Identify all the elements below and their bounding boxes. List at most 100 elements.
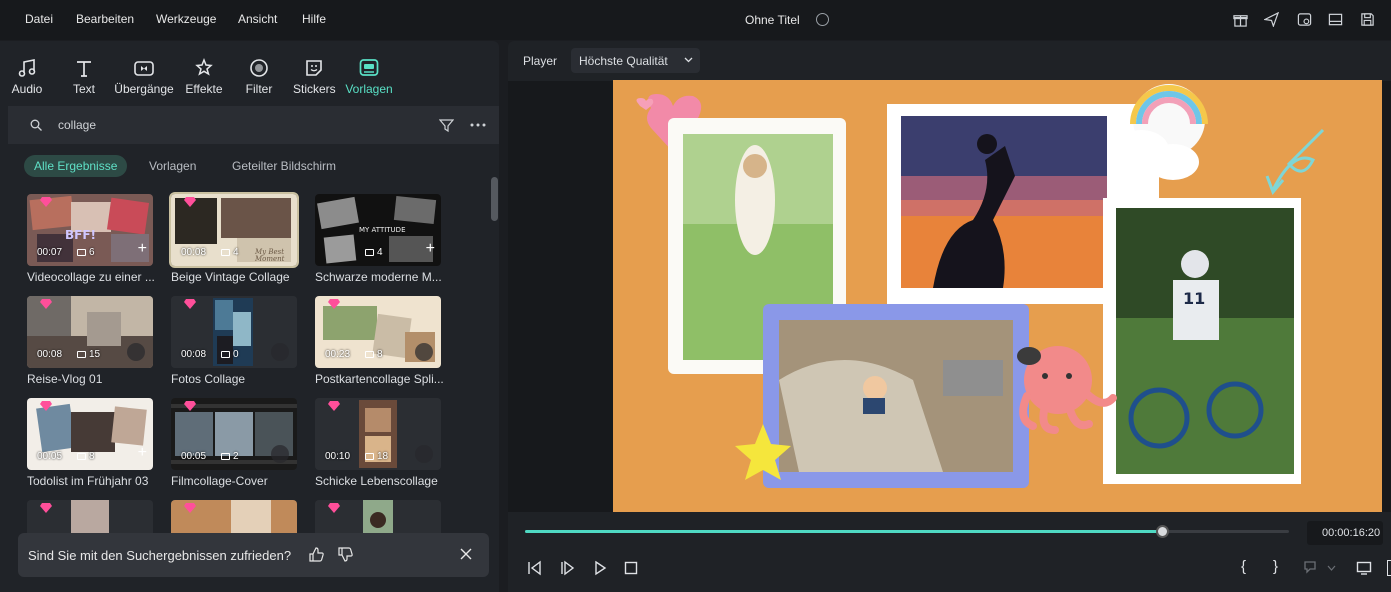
premium-gem-icon [40,401,52,411]
card-clip-count: 4 [365,247,383,258]
play-icon[interactable] [592,560,608,576]
chevron-down-icon[interactable] [1327,565,1336,572]
more-icon[interactable] [469,118,487,132]
add-plus-icon[interactable]: + [138,241,147,257]
tab-audio[interactable]: Audio [11,57,43,96]
download-icon[interactable] [271,343,289,361]
premium-gem-icon [184,503,196,513]
add-plus-icon[interactable]: + [426,241,435,257]
chip-vorlagen[interactable]: Vorlagen [139,155,206,177]
download-icon[interactable] [127,343,145,361]
mark-in-icon[interactable]: { [1241,558,1246,575]
layout-icon[interactable] [1328,12,1343,27]
panel-scrollbar[interactable] [491,177,498,221]
fullscreen-icon[interactable] [1387,560,1391,576]
download-icon[interactable] [271,445,289,463]
card-clip-count: 8 [365,349,383,360]
card-title: Todolist im Frühjahr 03 [27,474,149,488]
quality-dropdown[interactable]: Höchste Qualität [571,48,700,73]
display-settings-icon[interactable] [1356,560,1372,576]
search-bar[interactable]: collage [8,106,499,144]
templates-icon [359,59,379,76]
premium-gem-icon [40,197,52,207]
card-duration: 00:23 [325,349,351,360]
close-icon[interactable] [460,548,472,560]
svg-text:BFF!: BFF! [65,228,96,242]
premium-gem-icon [40,503,52,513]
card-duration: 00:08 [181,247,207,258]
thumbs-up-icon[interactable] [308,546,325,563]
chip-geteilter-bildschirm[interactable]: Geteilter Bildschirm [222,155,346,177]
save-icon[interactable] [1360,12,1375,27]
template-card[interactable]: 00:23 8 [315,296,441,368]
tab-stickers[interactable]: Stickers [293,57,336,96]
effects-icon [195,57,213,76]
tab-stickers-label: Stickers [293,82,336,96]
template-card[interactable]: MY ATTITUDE 4 + [315,194,441,266]
template-card[interactable]: 00:08 15 [27,296,153,368]
step-forward-icon[interactable] [559,560,575,576]
tab-effekte[interactable]: Effekte [184,57,224,96]
feedback-question: Sind Sie mit den Suchergebnissen zufried… [28,548,292,563]
premium-gem-icon [328,299,340,309]
add-plus-icon[interactable]: + [138,445,147,461]
download-icon[interactable] [415,343,433,361]
download-icon[interactable] [415,445,433,463]
timecode-box: 00:00:16:20 [1307,521,1383,545]
tab-uebergaenge-label: Übergänge [114,82,174,96]
search-icon [30,119,42,131]
feedback-toast: Sind Sie mit den Suchergebnissen zufried… [18,533,489,577]
playhead-handle[interactable] [1155,525,1169,538]
svg-text:11: 11 [1183,289,1205,308]
card-title: Filmcollage-Cover [171,474,268,488]
menu-datei[interactable]: Datei [25,12,53,26]
template-card[interactable]: 00:05 8 + [27,398,153,470]
project-title: Ohne Titel [745,13,800,27]
sticker-icon [306,60,322,76]
card-clip-count: 8 [77,451,95,462]
tab-vorlagen[interactable]: Vorlagen [345,57,393,96]
card-duration: 00:05 [37,451,63,462]
menu-werkzeuge[interactable]: Werkzeuge [156,12,216,26]
template-card[interactable]: 00:08 0 [171,296,297,368]
premium-gem-icon [328,503,340,513]
thumbs-down-icon[interactable] [337,546,354,563]
menu-hilfe[interactable]: Hilfe [302,12,326,26]
mark-out-icon[interactable]: } [1273,558,1278,575]
card-clip-count: 2 [221,451,239,462]
search-input[interactable]: collage [58,118,96,132]
marker-icon[interactable] [1302,560,1318,576]
tab-uebergaenge[interactable]: Übergänge [114,57,174,96]
card-duration: 00:10 [325,451,351,462]
menu-ansicht[interactable]: Ansicht [238,12,277,26]
tab-filter[interactable]: Filter [245,57,273,96]
filter-options-icon[interactable] [439,118,454,133]
timecode: 00:00:16:20 [1322,527,1381,539]
send-icon[interactable] [1264,12,1279,27]
menu-bar: Datei Bearbeiten Werkzeuge Ansicht Hilfe… [0,0,1391,40]
playback-progress [525,530,1163,533]
template-card[interactable]: 00:10 18 [315,398,441,470]
card-title: Fotos Collage [171,372,246,386]
tab-vorlagen-label: Vorlagen [345,82,393,96]
template-card[interactable]: BFF! 00:07 6 + [27,194,153,266]
card-title: Videocollage zu einer ... [27,270,155,284]
card-clip-count: 18 [365,451,388,462]
premium-gem-icon [184,401,196,411]
card-clip-count: 6 [77,247,95,258]
quality-value: Höchste Qualität [579,54,668,68]
playback-timeline[interactable] [525,525,1289,538]
card-title: Beige Vintage Collage [171,270,290,284]
template-card[interactable]: My Best Moment 00:08 4 [169,192,299,268]
step-back-icon[interactable] [526,560,542,576]
stop-icon[interactable] [623,560,639,576]
template-card[interactable]: 00:05 2 [171,398,297,470]
preview-canvas: 11 [613,80,1382,512]
menu-bearbeiten[interactable]: Bearbeiten [76,12,134,26]
tab-text[interactable]: Text [70,57,98,96]
collage-preview-image: 11 [613,80,1382,512]
tab-filter-label: Filter [245,82,273,96]
gift-icon[interactable] [1233,12,1248,27]
chip-alle-ergebnisse[interactable]: Alle Ergebnisse [24,155,128,177]
media-settings-icon[interactable] [1297,12,1312,27]
